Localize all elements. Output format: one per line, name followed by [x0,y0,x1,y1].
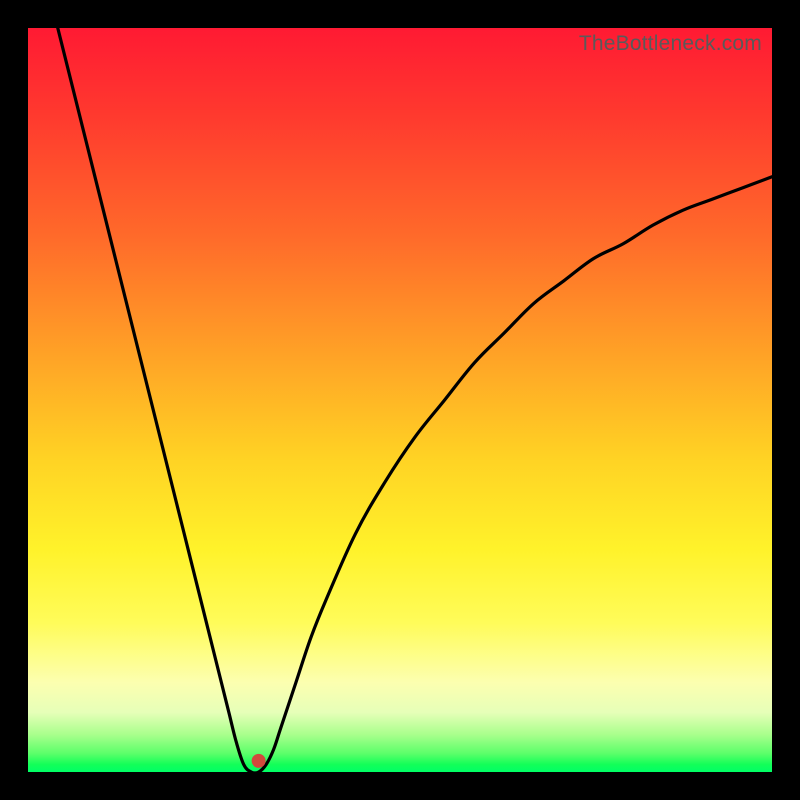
chart-frame: TheBottleneck.com [0,0,800,800]
plot-area: TheBottleneck.com [28,28,772,772]
optimal-point-marker [252,754,266,768]
curve-layer [28,28,772,772]
bottleneck-curve [58,28,772,773]
